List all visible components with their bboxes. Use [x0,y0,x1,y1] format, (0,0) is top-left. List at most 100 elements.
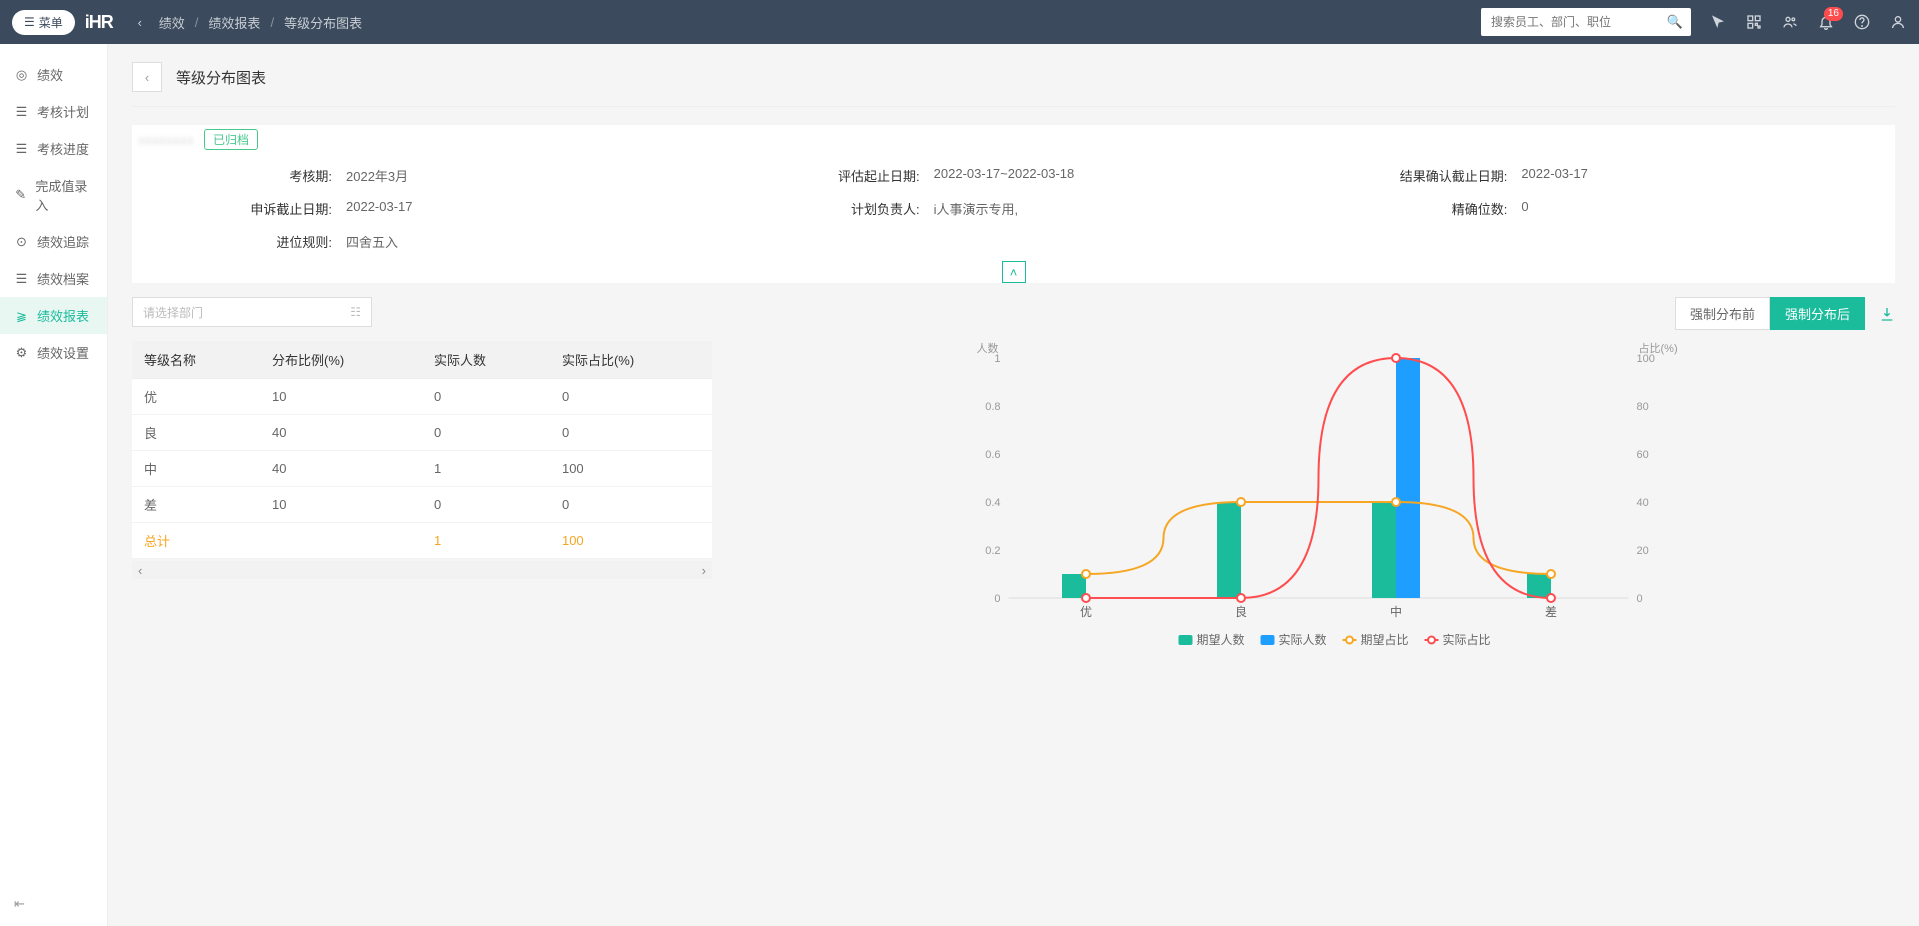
table-header: 等级名称 [132,341,260,379]
help-icon[interactable] [1853,13,1871,31]
svg-text:中: 中 [1390,604,1402,619]
info-value: 2022-03-17~2022-03-18 [934,166,1075,185]
sidebar-item-3[interactable]: ✎完成值录入 [0,167,107,223]
svg-text:优: 优 [1080,605,1092,619]
scroll-right-icon[interactable]: › [702,563,706,578]
table-cell: 40 [260,415,422,451]
table-cell: 优 [132,379,260,415]
table-scrollbar[interactable]: ‹ › [132,561,712,579]
info-label: 考核期: [132,166,332,185]
table-cell: 0 [422,487,550,523]
info-value: 2022年3月 [346,166,408,185]
info-label: 结果确认截止日期: [1307,166,1507,185]
main: ‹ 等级分布图表 xxxxxxxx 已归档 考核期:2022年3月 评估起止日期… [108,44,1919,926]
menu-icon: ☰ [24,15,35,29]
cursor-icon[interactable] [1709,13,1727,31]
info-label: 精确位数: [1307,199,1507,218]
table-cell: 1 [422,451,550,487]
info-value: 2022-03-17 [346,199,413,218]
sidebar-icon: ⊙ [14,234,29,249]
sidebar-item-4[interactable]: ⊙绩效追踪 [0,223,107,260]
table-cell: 0 [550,415,712,451]
svg-text:0.8: 0.8 [985,401,1000,413]
sidebar-label: 考核计划 [37,102,89,121]
svg-text:0: 0 [1637,593,1643,605]
svg-text:60: 60 [1637,449,1649,461]
scroll-left-icon[interactable]: ‹ [138,563,142,578]
dept-select[interactable]: 请选择部门 ☷ [132,297,372,327]
sidebar-item-5[interactable]: ☰绩效档案 [0,260,107,297]
table-cell: 10 [260,379,422,415]
sidebar-icon: ☰ [14,141,29,156]
search-icon[interactable]: 🔍 [1667,14,1683,30]
svg-text:差: 差 [1545,605,1557,619]
table-cell: 0 [550,487,712,523]
sidebar-icon: ⫺ [14,308,29,323]
sidebar-icon: ◎ [14,67,29,82]
table-cell: 100 [550,523,712,559]
sidebar-item-2[interactable]: ☰ 考核进度 [0,130,107,167]
sidebar-collapse-icon[interactable]: ⇤ [14,896,25,912]
user-icon[interactable] [1889,13,1907,31]
menu-button[interactable]: ☰ 菜单 [12,10,75,35]
sidebar-icon: ✎ [14,188,27,203]
svg-text:80: 80 [1637,401,1649,413]
breadcrumb-item[interactable]: 等级分布图表 [284,13,362,32]
table-cell: 100 [550,451,712,487]
breadcrumb-sep: / [195,15,199,30]
breadcrumb: ‹ 绩效 / 绩效报表 / 等级分布图表 [131,13,362,32]
svg-text:40: 40 [1637,497,1649,509]
info-value: i人事演示专用, [934,199,1019,218]
qrcode-icon[interactable] [1745,13,1763,31]
svg-text:实际占比: 实际占比 [1443,632,1491,647]
breadcrumb-item[interactable]: 绩效报表 [208,13,260,32]
page-header: ‹ 等级分布图表 [132,62,1895,107]
table-row: 差1000 [132,487,712,523]
menu-label: 菜单 [39,14,63,31]
dist-after-button[interactable]: 强制分布后 [1770,297,1865,330]
sidebar-label: 绩效 [37,65,63,84]
sidebar-icon: ⚙ [14,345,29,360]
status-badge: 已归档 [204,129,258,150]
download-icon[interactable] [1879,306,1895,322]
search-input[interactable] [1481,8,1691,36]
table-cell: 良 [132,415,260,451]
logo: iHR [85,12,113,33]
sidebar-label: 考核进度 [37,139,89,158]
breadcrumb-back-icon[interactable]: ‹ [131,13,149,31]
table-header: 分布比例(%) [260,341,422,379]
table-cell: 总计 [132,523,260,559]
sidebar: ◎绩效☰考核计划☰考核进度✎完成值录入⊙绩效追踪☰绩效档案⫺绩效报表⚙绩效设置 … [0,44,108,926]
info-label: 评估起止日期: [720,166,920,185]
table-cell: 0 [422,379,550,415]
sidebar-icon: ☰ [14,104,29,119]
sidebar-item-1[interactable]: ☰ 考核计划 [0,93,107,130]
contacts-icon[interactable] [1781,13,1799,31]
svg-text:良: 良 [1235,604,1247,619]
info-block: xxxxxxxx 已归档 考核期:2022年3月 评估起止日期:2022-03-… [132,125,1895,283]
table-header: 实际人数 [422,341,550,379]
svg-text:100: 100 [1637,353,1655,365]
table-row: 中401100 [132,451,712,487]
sidebar-item-6[interactable]: ⫺绩效报表 [0,297,107,334]
sidebar-label: 绩效设置 [37,343,89,362]
back-button[interactable]: ‹ [132,62,162,92]
breadcrumb-item[interactable]: 绩效 [159,13,185,32]
collapse-info-button[interactable]: ˄ [1002,261,1026,283]
notif-badge: 16 [1824,7,1843,21]
table-row: 良4000 [132,415,712,451]
sidebar-item-0[interactable]: ◎ 绩效 [0,56,107,93]
table-cell: 1 [422,523,550,559]
info-label: 申诉截止日期: [132,199,332,218]
table-cell: 10 [260,487,422,523]
bell-icon[interactable]: 16 [1817,13,1835,31]
dept-placeholder: 请选择部门 [143,304,203,321]
table-header: 实际占比(%) [550,341,712,379]
sidebar-item-7[interactable]: ⚙ 绩效设置 [0,334,107,371]
info-value: 0 [1521,199,1528,218]
info-label: 进位规则: [132,232,332,251]
topbar-right: 🔍 16 [1481,8,1907,36]
dist-before-button[interactable]: 强制分布前 [1675,297,1770,330]
table-row: 优1000 [132,379,712,415]
search-box: 🔍 [1481,8,1691,36]
